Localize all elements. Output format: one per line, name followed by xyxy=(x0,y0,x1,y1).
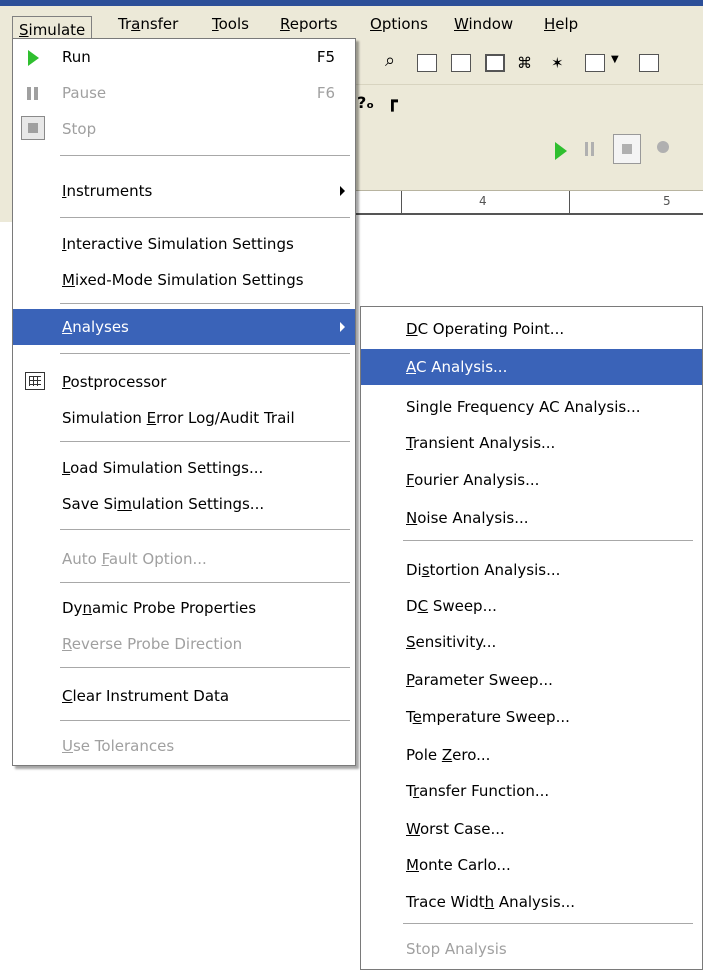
menu-item-dynamic-probe-properties[interactable]: Dynamic Probe Properties xyxy=(13,590,355,626)
menu-item-pause: Pause F6 xyxy=(13,75,355,111)
simulation-toolbar xyxy=(355,124,703,190)
magnify-icon[interactable]: ⌕ xyxy=(385,50,405,71)
toolbar-main: ⌕ ⌘ ✶ ▼ xyxy=(355,42,703,84)
postprocessor-toolbar-icon[interactable] xyxy=(639,54,659,72)
submenu-item-pole-zero[interactable]: Pole Zero... xyxy=(361,737,702,773)
simulate-menu: Run F5 Pause F6 Stop Instruments Interac… xyxy=(12,38,356,766)
submenu-item-stop-analysis: Stop Analysis xyxy=(406,940,507,958)
menu-separator xyxy=(60,529,350,530)
menu-window[interactable]: Window xyxy=(448,6,519,42)
app-left-edge xyxy=(0,42,12,222)
menu-separator xyxy=(403,540,693,541)
submenu-item-transfer-function[interactable]: Transfer Function... xyxy=(361,773,702,809)
submenu-item-single-frequency-ac-analysis[interactable]: Single Frequency AC Analysis... xyxy=(361,389,702,425)
menu-item-interactive-simulation-settings[interactable]: Interactive Simulation Settings xyxy=(13,226,355,262)
menu-separator xyxy=(60,217,350,218)
submenu-item-dc-sweep[interactable]: DC Sweep... xyxy=(361,588,702,624)
submenu-item-parameter-sweep[interactable]: Parameter Sweep... xyxy=(361,662,702,698)
grapher-icon[interactable] xyxy=(585,54,605,72)
toolbar-icon-2[interactable] xyxy=(451,54,471,72)
menu-separator xyxy=(60,353,350,354)
submenu-item-trace-width-analysis[interactable]: Trace Width Analysis... xyxy=(361,884,702,920)
menu-item-auto-fault-option: Auto Fault Option... xyxy=(62,550,207,568)
toolbar-secondary: ?ₒ ┏ xyxy=(355,84,703,125)
submenu-arrow-icon xyxy=(340,186,345,196)
menu-item-run[interactable]: Run F5 xyxy=(13,39,355,75)
analyses-submenu: DC Operating Point... AC Analysis... Sin… xyxy=(360,306,703,970)
submenu-item-noise-analysis[interactable]: Noise Analysis... xyxy=(361,500,702,536)
stop-icon xyxy=(21,116,45,140)
ruler: 4 5 xyxy=(355,190,703,215)
submenu-item-dc-operating-point[interactable]: DC Operating Point... xyxy=(361,311,702,347)
submenu-item-sensitivity[interactable]: Sensitivity... xyxy=(361,624,702,660)
menu-bar: Simulate Transfer Tools Reports Options … xyxy=(0,6,703,44)
toolbar-run-icon[interactable] xyxy=(555,142,567,160)
play-icon xyxy=(28,50,39,66)
postprocessor-icon xyxy=(25,372,45,390)
ruler-label-5: 5 xyxy=(663,194,671,208)
submenu-arrow-icon xyxy=(340,322,345,332)
menu-item-stop: Stop xyxy=(13,111,355,147)
component-icon[interactable]: ?ₒ xyxy=(357,93,374,112)
menu-item-simulation-error-log[interactable]: Simulation Error Log/Audit Trail xyxy=(13,400,355,436)
grid-icon[interactable] xyxy=(485,54,505,72)
ruler-label-4: 4 xyxy=(479,194,487,208)
toolbar-stop-icon[interactable] xyxy=(613,134,641,164)
network-icon[interactable]: ⌘ xyxy=(517,54,537,72)
toolbar-pause-icon[interactable] xyxy=(585,142,597,158)
menu-item-clear-instrument-data[interactable]: Clear Instrument Data xyxy=(13,678,355,714)
submenu-item-fourier-analysis[interactable]: Fourier Analysis... xyxy=(361,462,702,498)
toolbar-icon-1[interactable] xyxy=(417,54,437,72)
menu-item-load-simulation-settings[interactable]: Load Simulation Settings... xyxy=(13,450,355,486)
menu-item-postprocessor[interactable]: Postprocessor xyxy=(13,364,355,400)
sparkle-icon[interactable]: ✶ xyxy=(551,54,571,72)
menu-options[interactable]: Options xyxy=(364,6,434,42)
menu-reports[interactable]: Reports xyxy=(274,6,344,42)
submenu-item-ac-analysis[interactable]: AC Analysis... xyxy=(361,349,702,385)
menu-separator xyxy=(403,923,693,924)
menu-help[interactable]: Help xyxy=(538,6,584,42)
menu-item-instruments[interactable]: Instruments xyxy=(13,173,355,209)
menu-tools[interactable]: Tools xyxy=(206,6,255,42)
pause-icon xyxy=(27,87,39,100)
menu-separator xyxy=(60,155,350,156)
submenu-item-transient-analysis[interactable]: Transient Analysis... xyxy=(361,425,702,461)
menu-item-reverse-probe-direction: Reverse Probe Direction xyxy=(62,635,243,653)
menu-item-use-tolerances: Use Tolerances xyxy=(62,737,175,755)
menu-transfer[interactable]: Transfer xyxy=(112,6,184,42)
submenu-item-worst-case[interactable]: Worst Case... xyxy=(361,811,702,847)
step-icon[interactable]: ┏ xyxy=(387,91,398,112)
dropdown-arrow-icon[interactable]: ▼ xyxy=(611,54,631,72)
menu-separator xyxy=(60,667,350,668)
toolbar-record-icon[interactable] xyxy=(657,141,669,153)
menu-separator xyxy=(60,720,350,721)
submenu-item-monte-carlo[interactable]: Monte Carlo... xyxy=(361,847,702,883)
menu-item-save-simulation-settings[interactable]: Save Simulation Settings... xyxy=(13,486,355,522)
menu-item-mixed-mode-simulation-settings[interactable]: Mixed-Mode Simulation Settings xyxy=(13,262,355,298)
menu-item-analyses[interactable]: Analyses xyxy=(13,309,355,345)
menu-separator xyxy=(60,303,350,304)
menu-separator xyxy=(60,582,350,583)
submenu-item-distortion-analysis[interactable]: Distortion Analysis... xyxy=(361,552,702,588)
menu-separator xyxy=(60,441,350,442)
submenu-item-temperature-sweep[interactable]: Temperature Sweep... xyxy=(361,699,702,735)
